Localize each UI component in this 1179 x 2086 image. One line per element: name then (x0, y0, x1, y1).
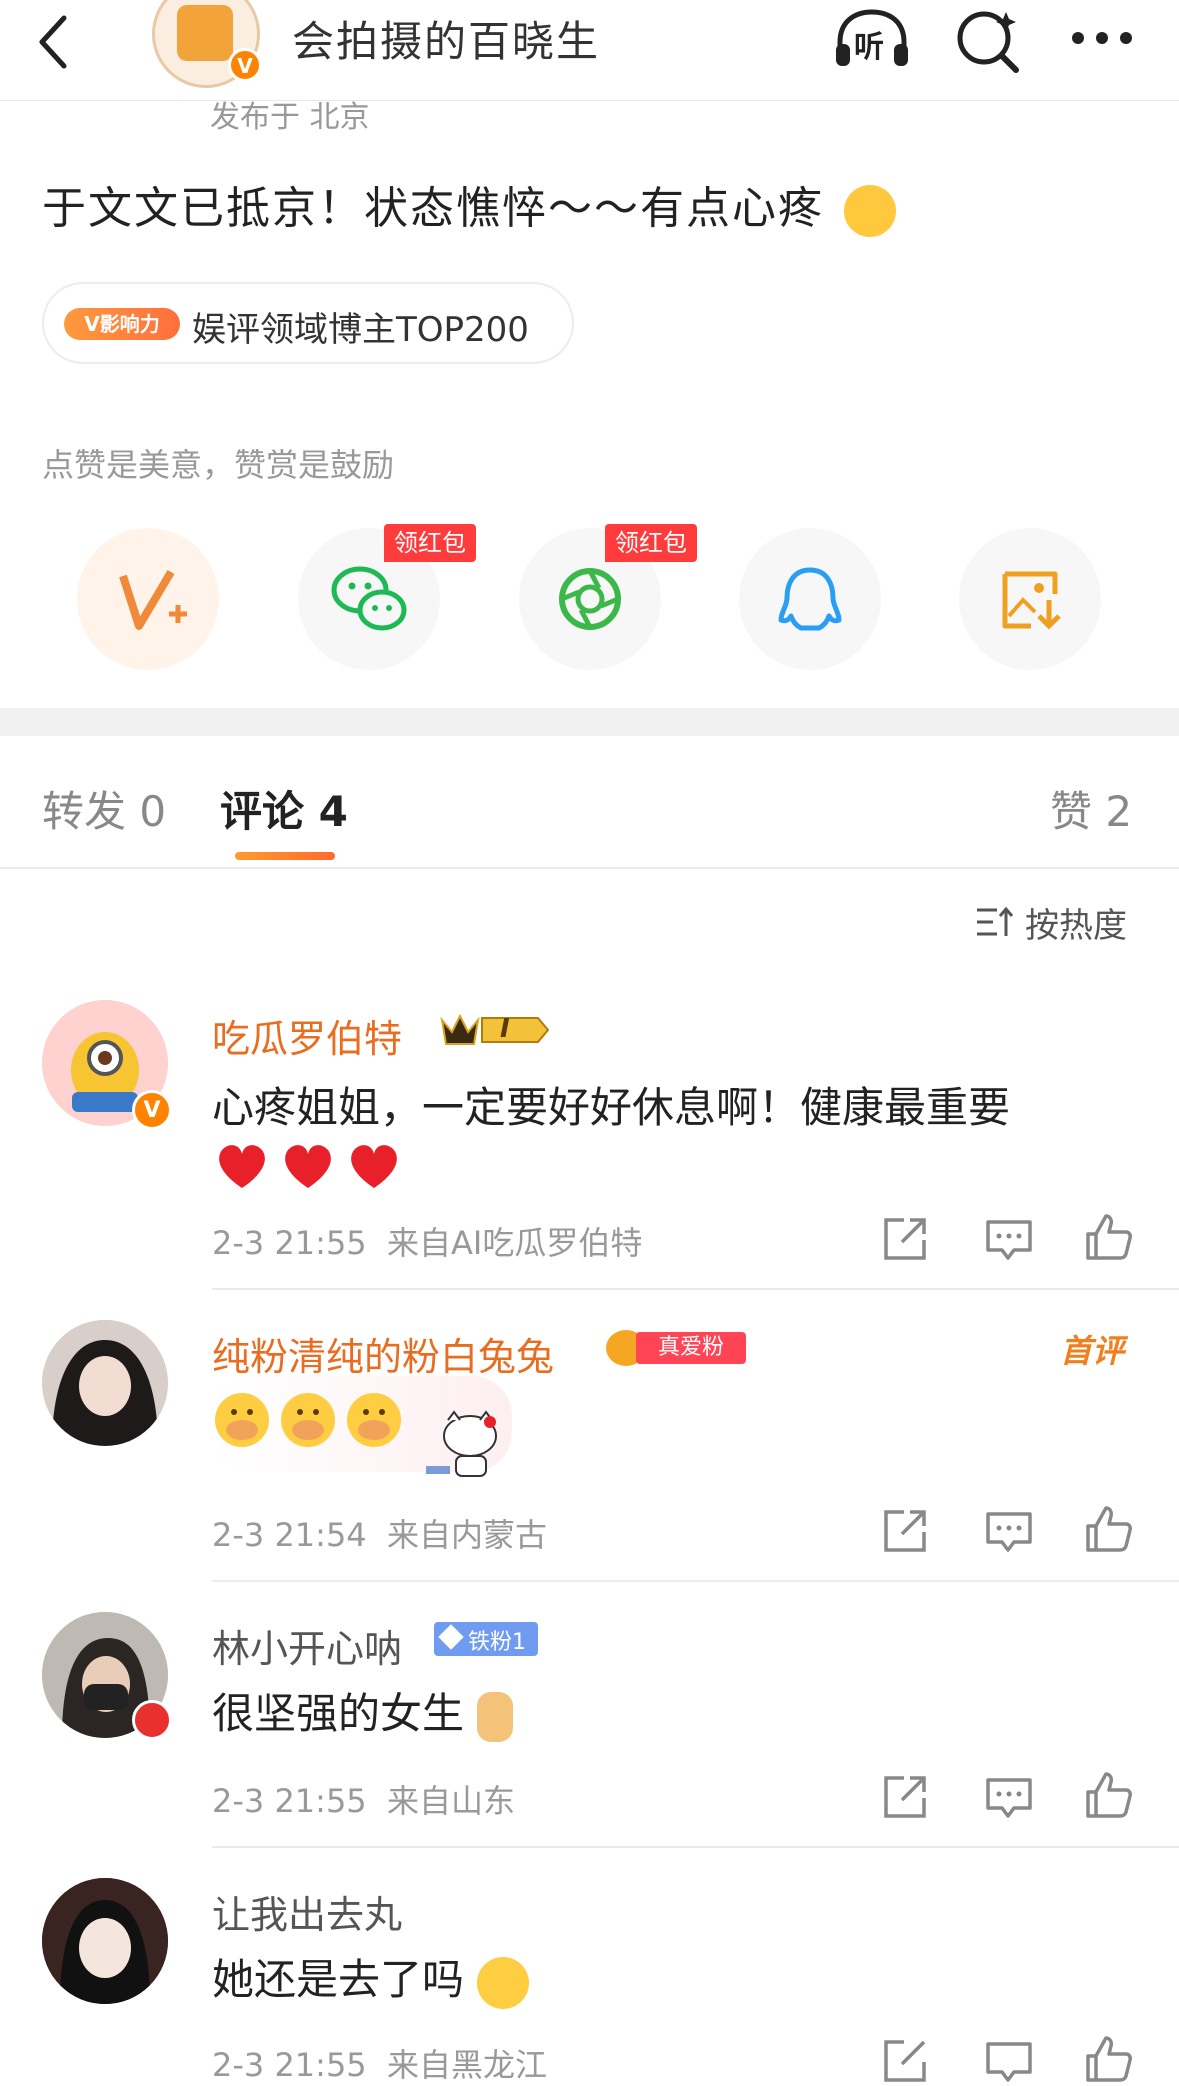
listen-button[interactable]: 听 (832, 6, 912, 76)
crown-badge: I (438, 1010, 552, 1050)
diamond-icon (438, 1624, 464, 1650)
sort-label: 按热度 (1025, 906, 1127, 946)
reward-text: 点赞是美意，赞赏是鼓励 (42, 446, 395, 484)
comment-author-name[interactable]: 纯粉清纯的粉白兔兔 (212, 1326, 554, 1381)
like-icon[interactable] (1084, 2034, 1134, 2084)
search-icon[interactable] (948, 6, 1028, 76)
post-text-content: 于文文已抵京！状态憔悴～～有点心疼 (42, 183, 824, 234)
comment-icon[interactable] (984, 2036, 1034, 2086)
crying-emoji-icon (477, 1956, 530, 2009)
reward-button[interactable] (77, 528, 219, 670)
avatar[interactable] (42, 1878, 168, 2004)
comment-divider (212, 1288, 1179, 1290)
comment-text: 心疼姐姐，一定要好好休息啊！健康最重要 (212, 1083, 1011, 1132)
comment-icon[interactable] (984, 1506, 1034, 1556)
comment-meta: 2-3 21:55 来自山东 (212, 1782, 516, 1820)
fan-badge-text: 真爱粉 (636, 1332, 746, 1364)
chevron-left-icon[interactable] (30, 10, 80, 70)
active-tab-indicator (235, 852, 335, 860)
heart-emojis (212, 1136, 422, 1196)
user-photo-avatar (42, 1320, 168, 1446)
thinking-emoji-icon (844, 185, 896, 237)
influence-text: 娱评领域博主TOP200 (192, 310, 529, 350)
section-divider (0, 708, 1179, 736)
red-packet-badge: 领红包 (605, 524, 697, 562)
comment-text-content: 很坚强的女生 (212, 1689, 465, 1738)
comment-author-name[interactable]: 让我出去丸 (212, 1884, 402, 1939)
first-comment-label: 首评 (1060, 1332, 1125, 1370)
qq-share-button[interactable] (739, 528, 881, 670)
cartoon-avatar-icon (42, 1878, 168, 2004)
top-navigation-bar: V 会拍摄的百晓生 听 (0, 0, 1179, 101)
qq-icon (778, 567, 842, 631)
repost-icon[interactable] (880, 2036, 930, 2086)
post-location: 发布于 北京 (210, 100, 370, 135)
iron-fan-badge: 铁粉1 (434, 1622, 538, 1656)
red-packet-badge: 领红包 (384, 524, 476, 562)
avatar[interactable] (42, 1320, 168, 1446)
star-badge-icon (132, 1700, 172, 1740)
comment-text: 很坚强的女生 (212, 1680, 514, 1742)
comment-author-name[interactable]: 林小开心呐 (212, 1618, 402, 1673)
tab-likes[interactable]: 赞 2 (1050, 778, 1132, 839)
like-icon[interactable] (1084, 1212, 1134, 1262)
repost-icon[interactable] (880, 1506, 930, 1556)
more-icon[interactable] (1064, 6, 1144, 76)
save-image-icon (1002, 571, 1061, 630)
crown-icon (440, 1013, 550, 1045)
tab-divider (0, 867, 1179, 869)
comment-meta: 2-3 21:55 来自黑龙江 (212, 2046, 548, 2084)
thumbs-up-emoji-icon (477, 1691, 514, 1742)
repost-icon[interactable] (880, 1214, 930, 1264)
hello-kitty-sticker-icon (426, 1410, 497, 1477)
comment-meta: 2-3 21:55 来自AI吃瓜罗伯特 (212, 1224, 643, 1262)
tab-comments[interactable]: 评论 4 (220, 778, 348, 839)
comment-text-content: 她还是去了吗 (212, 1955, 465, 2004)
v-plus-icon (119, 569, 187, 630)
sort-icon (977, 906, 1014, 936)
save-image-button[interactable] (959, 528, 1101, 670)
level-badge-text: I (500, 1014, 510, 1044)
listen-label: 听 (854, 30, 884, 65)
comment-icon[interactable] (984, 1772, 1034, 1822)
comment-author-name[interactable]: 吃瓜罗伯特 (212, 1008, 402, 1063)
comment-text: 她还是去了吗 (212, 1946, 530, 2009)
comment-meta: 2-3 21:54 来自内蒙古 (212, 1516, 548, 1554)
comment-divider (212, 1846, 1179, 1848)
tab-repost[interactable]: 转发 0 (42, 778, 166, 839)
comment-icon[interactable] (984, 1214, 1034, 1264)
fan-badge: 真爱粉 (606, 1328, 746, 1368)
repost-icon[interactable] (880, 1772, 930, 1822)
influence-tag[interactable]: V影响力 娱评领域博主TOP200 (42, 282, 574, 364)
verified-badge: V (132, 1090, 172, 1130)
verified-badge: V (228, 48, 262, 82)
heart-icon (219, 1145, 397, 1188)
post-text: 于文文已抵京！状态憔悴～～有点心疼 (42, 172, 896, 237)
influence-badge: V影响力 (64, 308, 180, 340)
author-name[interactable]: 会拍摄的百晓生 (292, 8, 600, 69)
like-icon[interactable] (1084, 1770, 1134, 1820)
like-icon[interactable] (1084, 1504, 1134, 1554)
comment-divider (212, 1580, 1179, 1582)
iron-fan-badge-text: 铁粉1 (468, 1630, 526, 1655)
